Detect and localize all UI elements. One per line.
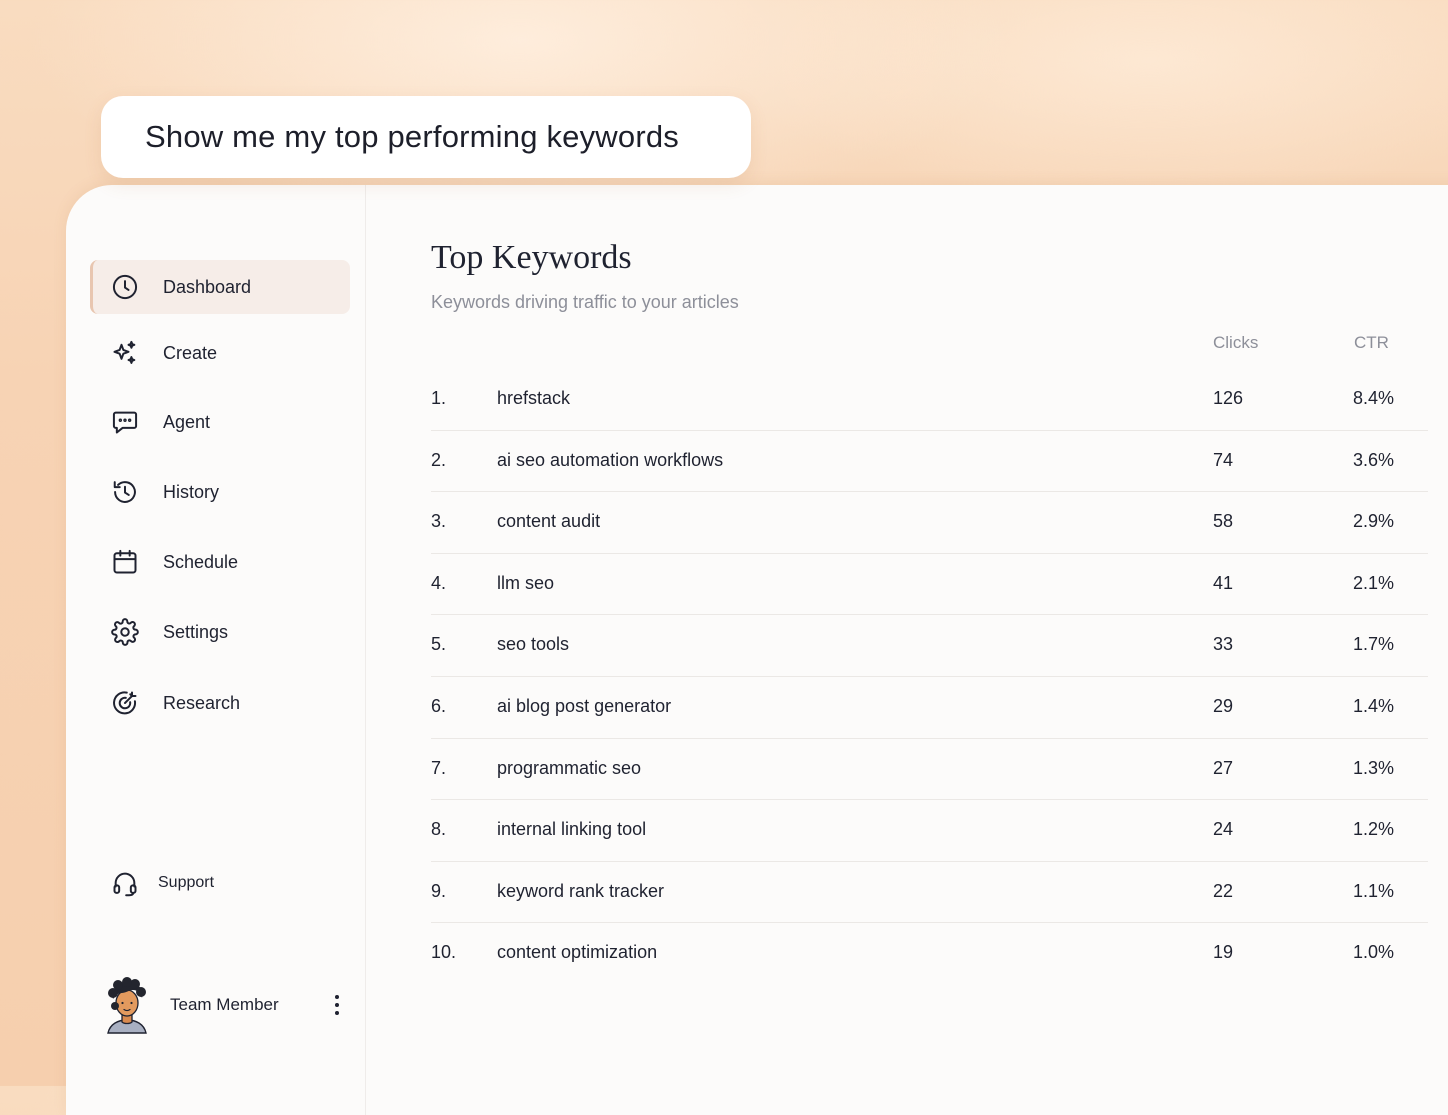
sidebar-item-schedule[interactable]: Schedule: [90, 535, 350, 589]
ctr-cell: 1.1%: [1353, 880, 1395, 901]
kebab-menu-icon[interactable]: [327, 991, 347, 1019]
sidebar-item-label: Settings: [163, 621, 229, 642]
clicks-cell: 58: [1213, 511, 1234, 532]
gear-icon: [110, 617, 140, 647]
table-row[interactable]: 9. keyword rank tracker 22 1.1%: [431, 862, 1428, 924]
table-row[interactable]: 6. ai blog post generator 29 1.4%: [431, 677, 1428, 739]
avatar[interactable]: [102, 975, 152, 1035]
keyword-cell: ai seo automation workflows: [497, 449, 724, 470]
ctr-cell: 1.7%: [1353, 634, 1395, 655]
table-row[interactable]: 2. ai seo automation workflows 74 3.6%: [431, 431, 1428, 493]
prompt-text: Show me my top performing keywords: [145, 119, 679, 154]
support-label: Support: [158, 874, 215, 891]
clicks-cell: 41: [1213, 572, 1234, 593]
keyword-cell: content optimization: [497, 942, 658, 963]
clicks-cell: 74: [1213, 449, 1234, 470]
ctr-cell: 8.4%: [1353, 388, 1395, 408]
keyword-cell: content audit: [497, 511, 601, 532]
keyword-cell: hrefstack: [497, 388, 571, 408]
sidebar-item-history[interactable]: History: [90, 465, 350, 519]
table-header: Clicks CTR: [431, 325, 1428, 361]
sidebar-item-agent[interactable]: Agent: [90, 395, 350, 449]
ctr-cell: 1.2%: [1353, 819, 1395, 840]
table-row[interactable]: 1. hrefstack 126 8.4%: [431, 369, 1428, 431]
table-row[interactable]: 5. seo tools 33 1.7%: [431, 615, 1428, 677]
ctr-cell: 1.0%: [1353, 942, 1395, 963]
rank-cell: 6.: [431, 695, 447, 716]
prompt-bubble: Show me my top performing keywords: [101, 96, 751, 178]
rank-cell: 9.: [431, 880, 447, 901]
clicks-cell: 19: [1213, 942, 1234, 963]
ctr-cell: 2.9%: [1353, 511, 1395, 532]
column-header-clicks[interactable]: Clicks: [1213, 333, 1258, 353]
app-window: Dashboard Create Agent History Schedule …: [66, 185, 1448, 1115]
sidebar-item-label: Research: [163, 692, 241, 713]
clicks-cell: 22: [1213, 880, 1234, 901]
chat-bubble-icon: [110, 407, 140, 437]
sparkles-icon: [110, 338, 140, 368]
main-content: Top Keywords Keywords driving traffic to…: [431, 185, 1431, 1115]
sidebar-item-label: Dashboard: [163, 276, 252, 297]
clicks-cell: 27: [1213, 757, 1234, 778]
ctr-cell: 3.6%: [1353, 449, 1395, 470]
rank-cell: 10.: [431, 942, 457, 963]
rank-cell: 7.: [431, 757, 447, 778]
sidebar-item-label: Agent: [163, 411, 211, 432]
sidebar-item-label: Create: [163, 342, 218, 363]
user-profile: Team Member: [102, 975, 347, 1035]
sidebar-item-research[interactable]: Research: [90, 676, 350, 730]
table-body: 1. hrefstack 126 8.4% 2. ai seo automati…: [431, 369, 1428, 985]
rank-cell: 5.: [431, 634, 447, 655]
clicks-cell: 33: [1213, 634, 1234, 655]
sidebar-item-dashboard[interactable]: Dashboard: [90, 260, 350, 314]
ctr-cell: 2.1%: [1353, 572, 1395, 593]
headset-icon: [110, 868, 140, 898]
sidebar-item-create[interactable]: Create: [90, 326, 350, 380]
keyword-cell: seo tools: [497, 634, 570, 655]
column-header-ctr[interactable]: CTR: [1354, 333, 1389, 353]
sidebar-item-settings[interactable]: Settings: [90, 605, 350, 659]
sidebar-item-label: History: [163, 481, 220, 502]
keyword-cell: programmatic seo: [497, 757, 642, 778]
calendar-icon: [110, 547, 140, 577]
table-row[interactable]: 10. content optimization 19 1.0%: [431, 923, 1428, 985]
ctr-cell: 1.4%: [1353, 695, 1395, 716]
table-row[interactable]: 4. llm seo 41 2.1%: [431, 554, 1428, 616]
table-row[interactable]: 3. content audit 58 2.9%: [431, 492, 1428, 554]
rank-cell: 4.: [431, 572, 447, 593]
clock-icon: [110, 272, 140, 302]
page-subtitle: Keywords driving traffic to your article…: [431, 292, 739, 312]
table-row[interactable]: 8. internal linking tool 24 1.2%: [431, 800, 1428, 862]
keywords-table: Clicks CTR 1. hrefstack 126 8.4% 2. ai s…: [431, 325, 1428, 985]
keyword-cell: internal linking tool: [497, 819, 647, 840]
sidebar: Dashboard Create Agent History Schedule …: [66, 185, 366, 1115]
history-icon: [110, 477, 140, 507]
sidebar-item-label: Schedule: [163, 551, 239, 572]
keyword-cell: keyword rank tracker: [497, 880, 665, 901]
support-link[interactable]: Support: [110, 868, 214, 898]
rank-cell: 8.: [431, 819, 447, 840]
user-name: Team Member: [170, 995, 279, 1014]
target-icon: [110, 688, 140, 718]
rank-cell: 3.: [431, 511, 447, 532]
table-row[interactable]: 7. programmatic seo 27 1.3%: [431, 739, 1428, 801]
rank-cell: 1.: [431, 388, 447, 408]
page-title: Top Keywords: [431, 239, 632, 276]
ctr-cell: 1.3%: [1353, 757, 1395, 778]
rank-cell: 2.: [431, 449, 447, 470]
clicks-cell: 24: [1213, 819, 1234, 840]
keyword-cell: ai blog post generator: [497, 695, 672, 716]
clicks-cell: 29: [1213, 695, 1234, 716]
keyword-cell: llm seo: [497, 572, 555, 593]
clicks-cell: 126: [1213, 388, 1244, 408]
